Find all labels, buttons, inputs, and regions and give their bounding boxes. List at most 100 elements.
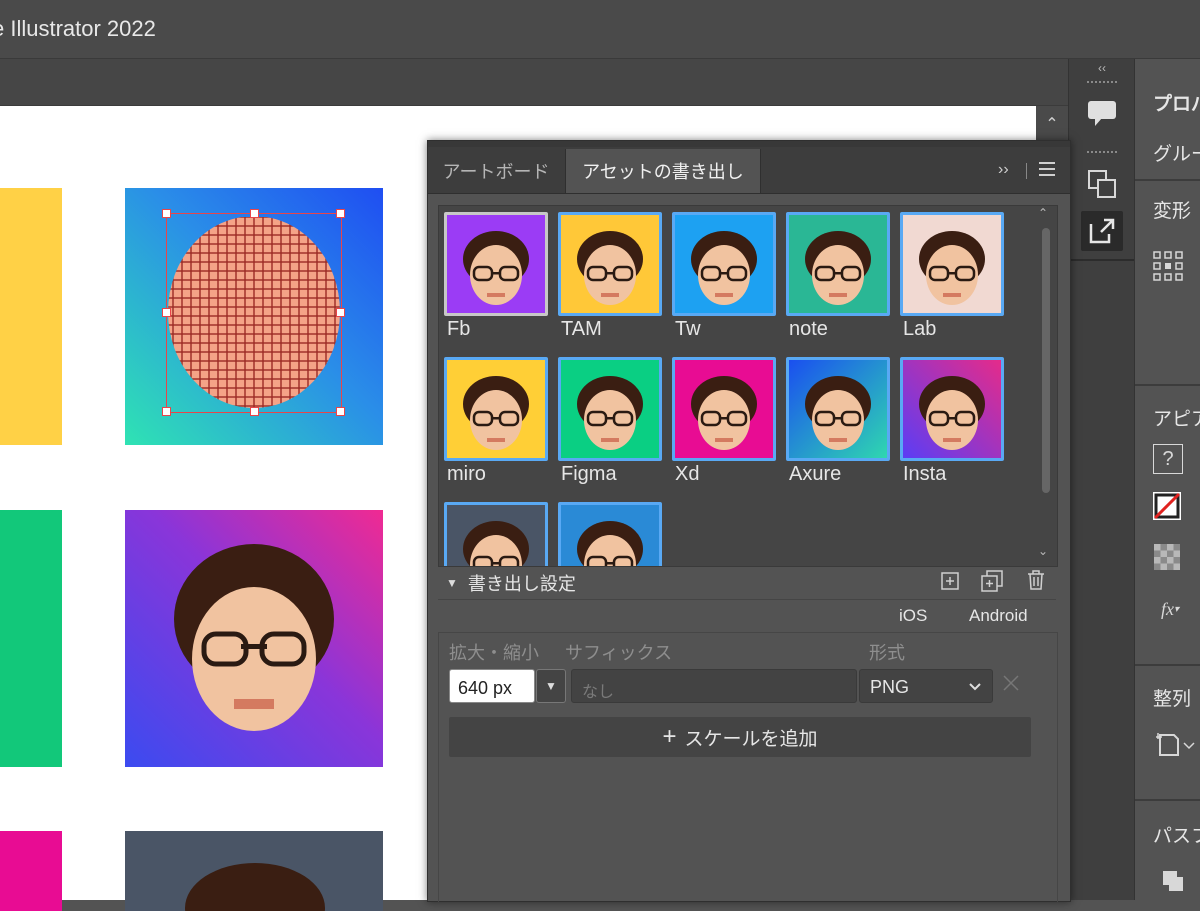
- asset-thumbnail[interactable]: [444, 212, 548, 316]
- add-export-setting-icon[interactable]: [940, 571, 960, 596]
- transform-section-title: 変形: [1153, 201, 1192, 222]
- selection-handle[interactable]: [162, 209, 171, 218]
- selection-handle[interactable]: [250, 407, 259, 416]
- ios-preset-button[interactable]: iOS: [899, 606, 927, 626]
- asset-label[interactable]: Xd: [675, 463, 699, 486]
- header-divider: [438, 599, 1056, 600]
- asset-thumbnail-grid: Fb TAM Tw note Lab miro Figma Xd Axure I…: [438, 205, 1058, 567]
- selection-handle[interactable]: [336, 209, 345, 218]
- asset-thumbnail[interactable]: [786, 212, 890, 316]
- selection-handle[interactable]: [336, 407, 345, 416]
- selection-handle[interactable]: [336, 308, 345, 317]
- align-section-title: 整列: [1153, 689, 1192, 710]
- asset-label[interactable]: TAM: [561, 318, 602, 341]
- asset-label[interactable]: Fb: [447, 318, 470, 341]
- asset-label[interactable]: miro: [447, 463, 486, 486]
- stroke-none-icon[interactable]: [1153, 492, 1181, 520]
- hamburger-menu-icon[interactable]: [1038, 161, 1056, 182]
- asset-thumbnail[interactable]: [672, 357, 776, 461]
- asset-thumbnail[interactable]: [444, 357, 548, 461]
- selection-handle[interactable]: [162, 308, 171, 317]
- asset-thumbnail[interactable]: [444, 502, 548, 566]
- strip-divider: [1069, 259, 1135, 261]
- artboard-selected[interactable]: [125, 188, 383, 445]
- pixel-face-thumbnail: [463, 376, 529, 450]
- grid-scroll-down-icon[interactable]: ⌄: [1038, 544, 1048, 558]
- export-settings-table: 拡大・縮小 サフィックス 形式 640 px ▼ なし PNG + スケールを追…: [438, 632, 1058, 902]
- pixel-face-thumbnail: [805, 231, 871, 305]
- grid-scroll-up-icon[interactable]: ⌃: [1038, 206, 1048, 220]
- pixel-face-thumbnail: [805, 376, 871, 450]
- asset-thumbnail[interactable]: [900, 212, 1004, 316]
- format-select[interactable]: PNG: [859, 669, 993, 703]
- artboards-panel-icon[interactable]: [1083, 165, 1121, 203]
- export-settings-header[interactable]: ▼ 書き出し設定: [446, 571, 576, 595]
- comments-icon[interactable]: [1083, 95, 1121, 133]
- artboard-partial-green[interactable]: [0, 510, 62, 767]
- tab-asset-export[interactable]: アセットの書き出し: [565, 149, 761, 193]
- asset-thumbnail[interactable]: [558, 502, 662, 566]
- disclosure-triangle-icon[interactable]: ▼: [446, 576, 458, 590]
- pathfinder-section-title: パスフ: [1153, 826, 1200, 847]
- format-column-header: 形式: [869, 643, 905, 663]
- asset-thumbnail[interactable]: [558, 212, 662, 316]
- asset-thumbnail[interactable]: [786, 357, 890, 461]
- asset-thumbnail[interactable]: [900, 357, 1004, 461]
- pathfinder-unite-icon[interactable]: [1159, 867, 1187, 895]
- appearance-section-title: アピア: [1153, 409, 1200, 430]
- artboard-slate[interactable]: [125, 831, 383, 911]
- asset-export-icon[interactable]: [1081, 211, 1123, 251]
- pixel-face-thumbnail: [691, 376, 757, 450]
- asset-label[interactable]: Tw: [675, 318, 701, 341]
- suffix-input[interactable]: なし: [571, 669, 857, 703]
- trash-icon[interactable]: [1026, 569, 1046, 596]
- title-bar: e Illustrator 2022: [0, 0, 1200, 59]
- collapse-panels-icon[interactable]: ‹‹: [1069, 59, 1135, 77]
- selection-bounding-box[interactable]: [166, 213, 342, 413]
- android-preset-button[interactable]: Android: [969, 606, 1028, 626]
- drag-grip-icon[interactable]: [1087, 81, 1117, 89]
- artboard-partial-magenta[interactable]: [0, 831, 62, 911]
- pixel-face-illustration: [174, 543, 334, 731]
- opacity-checker-icon[interactable]: [1153, 543, 1181, 571]
- scale-value: 640 px: [458, 678, 513, 698]
- app-title: e Illustrator 2022: [0, 16, 156, 41]
- drag-grip-icon[interactable]: [1087, 151, 1117, 159]
- scroll-up-icon[interactable]: ⌃: [1036, 106, 1068, 142]
- tab-bar-separator: [1026, 163, 1027, 179]
- selection-handle[interactable]: [162, 407, 171, 416]
- add-scale-button[interactable]: + スケールを追加: [449, 717, 1031, 757]
- panel-grip: [428, 141, 1070, 147]
- artboard-partial-yellow[interactable]: [0, 188, 62, 445]
- remove-scale-icon[interactable]: [1001, 673, 1021, 698]
- grid-scrollbar-thumb[interactable]: [1042, 228, 1050, 493]
- help-icon[interactable]: ?: [1153, 444, 1183, 474]
- pixel-face-thumbnail: [919, 231, 985, 305]
- scale-column-header: 拡大・縮小: [449, 643, 539, 663]
- section-divider: [1135, 664, 1200, 666]
- artboard-insta[interactable]: [125, 510, 383, 767]
- selection-handle[interactable]: [250, 209, 259, 218]
- asset-label[interactable]: note: [789, 318, 828, 341]
- align-to-selection-icon[interactable]: [1153, 729, 1199, 761]
- asset-thumbnail[interactable]: [672, 212, 776, 316]
- chevron-down-icon: [968, 679, 982, 697]
- asset-label[interactable]: Lab: [903, 318, 936, 341]
- asset-label[interactable]: Axure: [789, 463, 841, 486]
- duplicate-export-setting-icon[interactable]: [980, 569, 1004, 598]
- pixel-face-thumbnail: [919, 376, 985, 450]
- tab-artboards[interactable]: アートボード: [428, 149, 564, 193]
- pixel-face-thumbnail: [691, 231, 757, 305]
- asset-label[interactable]: Insta: [903, 463, 946, 486]
- scale-field[interactable]: 640 px: [449, 669, 535, 703]
- asset-thumbnail[interactable]: [558, 357, 662, 461]
- section-divider: [1135, 799, 1200, 801]
- reference-point-icon[interactable]: [1151, 249, 1185, 283]
- scale-dropdown-button[interactable]: ▼: [536, 669, 566, 703]
- plus-icon: +: [662, 723, 677, 750]
- asset-label[interactable]: Figma: [561, 463, 617, 486]
- section-divider: [1135, 384, 1200, 386]
- double-chevron-right-icon[interactable]: ››: [998, 161, 1009, 179]
- fx-effects-icon[interactable]: fx ▾: [1153, 594, 1187, 624]
- pixel-hair-illustration: [185, 863, 325, 911]
